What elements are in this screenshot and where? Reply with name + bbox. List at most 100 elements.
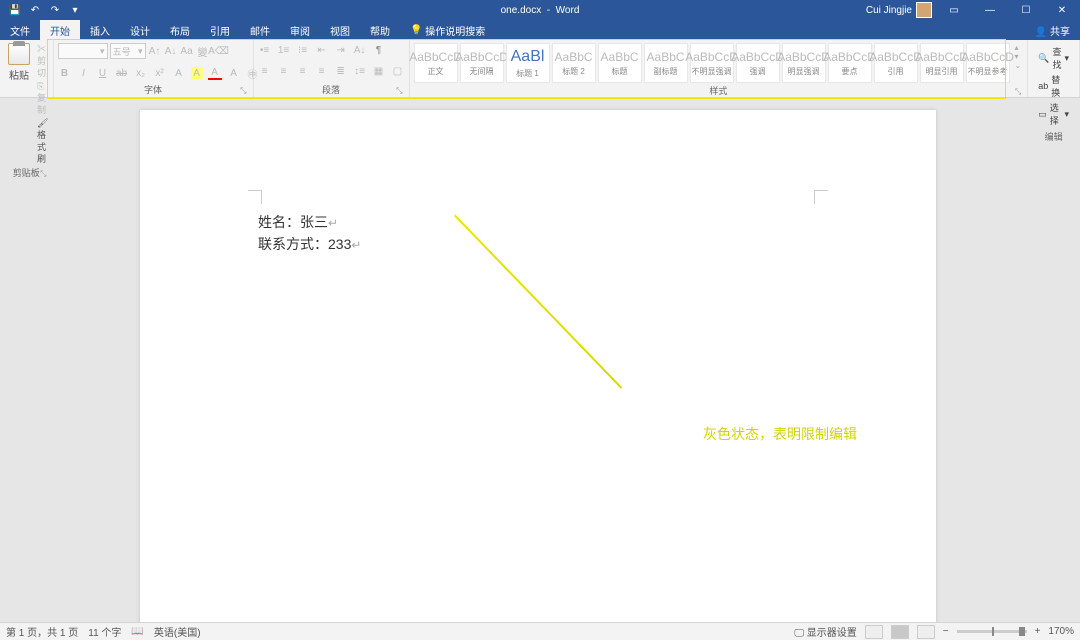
print-layout-button[interactable]: [891, 625, 909, 639]
ribbon-options-icon[interactable]: ▭: [940, 0, 968, 20]
tell-me-search[interactable]: 💡 操作说明搜索: [400, 20, 495, 40]
launcher-icon[interactable]: ⤡: [1015, 87, 1021, 97]
font-size-select: 五号▾: [110, 43, 146, 59]
minimize-button[interactable]: —: [976, 0, 1004, 20]
page-indicator[interactable]: 第 1 页，共 1 页: [6, 624, 78, 639]
save-icon[interactable]: 💾: [10, 5, 20, 15]
bullets-icon: •≡: [258, 43, 272, 57]
style-item: AaBbCcD明显强调: [782, 43, 826, 83]
close-button[interactable]: ✕: [1048, 0, 1076, 20]
align-right-icon: ≡: [296, 64, 310, 78]
menu-design[interactable]: 设计: [120, 20, 160, 40]
replace-button[interactable]: ab 替换: [1038, 73, 1069, 99]
underline-button: U: [96, 66, 110, 80]
paste-button[interactable]: 粘贴: [4, 43, 34, 82]
paragraph-mark-icon: ↵: [351, 238, 361, 252]
gallery-more-icon[interactable]: ⌄: [1015, 61, 1022, 70]
menu-bar: 文件 开始 插入 设计 布局 引用 邮件 审阅 视图 帮助 💡 操作说明搜索 👤…: [0, 20, 1080, 40]
decrease-indent-icon: ⇤: [315, 43, 329, 57]
ribbon: 粘贴 ✂ 剪切 ⎘ 复制 🖌 格式刷 剪贴板⤡ ▾ 五号▾ A↑ A↓ Aa 變…: [0, 40, 1080, 98]
spell-check-icon[interactable]: 📖: [131, 626, 143, 637]
menu-mailings[interactable]: 邮件: [240, 20, 280, 40]
annotation-text: 灰色状态，表明限制编辑: [703, 424, 857, 444]
strike-button: ab: [115, 66, 129, 80]
increase-indent-icon: ⇥: [334, 43, 348, 57]
numbering-icon: 1≡: [277, 43, 291, 57]
status-bar: 第 1 页，共 1 页 11 个字 📖 英语(美国) 🖵 显示器设置 − + 1…: [0, 622, 1080, 640]
superscript-button: x²: [153, 66, 167, 80]
align-center-icon: ≡: [277, 64, 291, 78]
clipboard-icon: [8, 43, 30, 65]
clear-format-icon: A⌫: [212, 44, 226, 58]
language-indicator[interactable]: 英语(美国): [154, 624, 201, 639]
menu-layout[interactable]: 布局: [160, 20, 200, 40]
zoom-out-button[interactable]: −: [943, 626, 949, 637]
style-gallery: AaBbCcD正文AaBbCcD无间隔AaBl标题 1AaBbC标题 2AaBb…: [414, 43, 1010, 83]
style-item: AaBbC标题: [598, 43, 642, 83]
char-border-icon: A: [227, 66, 241, 80]
subscript-button: x₂: [134, 66, 148, 80]
maximize-button[interactable]: ☐: [1012, 0, 1040, 20]
gallery-up-icon[interactable]: ▴: [1015, 43, 1022, 52]
document-area[interactable]: 姓名：张三↵ 联系方式：233↵ 灰色状态，表明限制编辑: [0, 98, 1080, 622]
justify-icon: ≡: [315, 64, 329, 78]
share-button[interactable]: 👤 共享: [1035, 23, 1070, 38]
lightbulb-icon: 💡: [410, 25, 422, 36]
title-bar: 💾 ↶ ↷ ▾ one.docx - Word Cui Jingjie ▭ — …: [0, 0, 1080, 20]
page-content[interactable]: 姓名：张三↵ 联系方式：233↵: [258, 212, 361, 256]
style-item: AaBbC标题 2: [552, 43, 596, 83]
web-layout-button[interactable]: [917, 625, 935, 639]
change-case-icon: Aa: [180, 44, 194, 58]
user-account[interactable]: Cui Jingjie: [866, 2, 932, 18]
menu-help[interactable]: 帮助: [360, 20, 400, 40]
page[interactable]: 姓名：张三↵ 联系方式：233↵: [140, 110, 936, 622]
italic-button: I: [77, 66, 91, 80]
cut-button: ✂ 剪切: [37, 43, 49, 79]
group-label-font: 字体⤡: [58, 82, 249, 97]
style-item: AaBbCcD不明显参考: [966, 43, 1010, 83]
margin-marker-tl: [248, 190, 262, 204]
zoom-slider[interactable]: [957, 630, 1027, 633]
text-effects-button: A: [172, 66, 186, 80]
menu-home[interactable]: 开始: [40, 20, 80, 40]
margin-marker-tr: [814, 190, 828, 204]
style-item: AaBbCcD强调: [736, 43, 780, 83]
font-color-button: A: [208, 66, 222, 80]
highlight-button: A: [191, 67, 203, 79]
group-label-paragraph: 段落⤡: [258, 82, 405, 97]
read-mode-button[interactable]: [865, 625, 883, 639]
style-item: AaBbCcD无间隔: [460, 43, 504, 83]
launcher-icon[interactable]: ⤡: [240, 86, 246, 96]
menu-insert[interactable]: 插入: [80, 20, 120, 40]
distribute-icon: ≣: [334, 64, 348, 78]
borders-icon: ▢: [391, 64, 405, 78]
line-spacing-icon: ↕≡: [353, 64, 367, 78]
bold-button: B: [58, 66, 72, 80]
style-item: AaBbCcD正文: [414, 43, 458, 83]
window-title: one.docx - Word: [501, 5, 580, 16]
grow-font-icon: A↑: [148, 44, 162, 58]
redo-icon[interactable]: ↷: [50, 5, 60, 15]
qat-more-icon[interactable]: ▾: [70, 5, 80, 15]
display-settings[interactable]: 🖵 显示器设置: [794, 624, 856, 639]
multilevel-icon: ⁝≡: [296, 43, 310, 57]
zoom-in-button[interactable]: +: [1035, 626, 1041, 637]
gallery-down-icon[interactable]: ▾: [1015, 52, 1022, 61]
launcher-icon[interactable]: ⤡: [396, 86, 402, 96]
shading-icon: ▦: [372, 64, 386, 78]
word-count[interactable]: 11 个字: [88, 624, 121, 639]
font-name-select: ▾: [58, 43, 108, 59]
menu-view[interactable]: 视图: [320, 20, 360, 40]
menu-references[interactable]: 引用: [200, 20, 240, 40]
show-marks-icon[interactable]: ¶: [372, 43, 386, 57]
style-item: AaBbC副标题: [644, 43, 688, 83]
avatar: [916, 2, 932, 18]
style-item: AaBbCcD要点: [828, 43, 872, 83]
menu-file[interactable]: 文件: [0, 20, 40, 40]
undo-icon[interactable]: ↶: [30, 5, 40, 15]
paragraph-mark-icon: ↵: [328, 216, 338, 230]
align-left-icon: ≡: [258, 64, 272, 78]
find-button[interactable]: 🔍 查找 ▾: [1038, 45, 1069, 71]
zoom-level[interactable]: 170%: [1048, 626, 1074, 637]
menu-review[interactable]: 审阅: [280, 20, 320, 40]
